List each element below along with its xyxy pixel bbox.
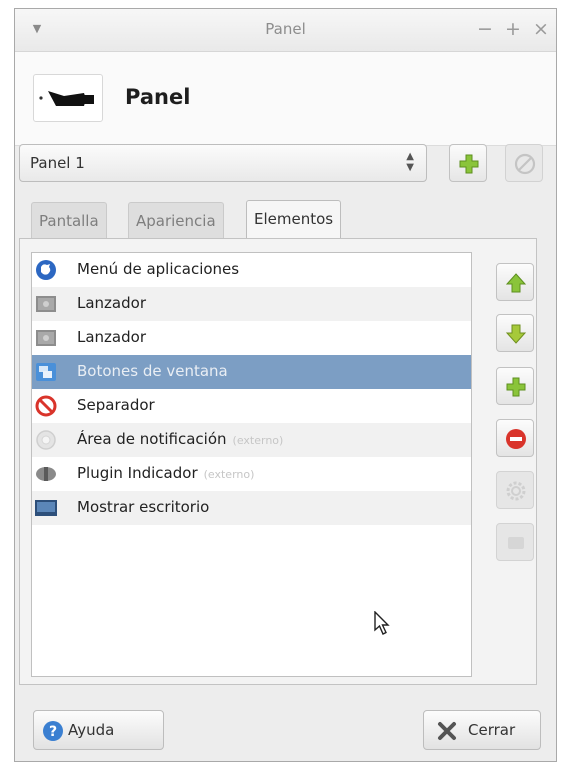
item-label: Lanzador <box>77 294 146 312</box>
dialog-title: Panel <box>125 85 191 109</box>
arrow-down-icon <box>505 324 527 344</box>
remove-item-button[interactable] <box>496 419 534 457</box>
remove-panel-button[interactable] <box>505 144 543 182</box>
list-item[interactable]: Área de notificación (externo) <box>32 423 471 457</box>
window-buttons-icon <box>36 363 56 381</box>
list-item[interactable]: Menú de aplicaciones <box>32 253 471 287</box>
list-item[interactable]: Separador <box>32 389 471 423</box>
close-label: Cerrar <box>468 721 516 739</box>
item-label: Plugin Indicador <box>77 464 198 482</box>
list-item[interactable]: Lanzador <box>32 287 471 321</box>
list-item[interactable]: Mostrar escritorio <box>32 491 471 525</box>
show-desktop-icon <box>35 500 57 516</box>
arrow-up-icon <box>505 273 527 293</box>
list-item-selected[interactable]: Botones de ventana <box>32 355 471 389</box>
minimize-button[interactable]: − <box>475 18 495 40</box>
move-down-button[interactable] <box>496 314 534 352</box>
maximize-button[interactable]: + <box>503 18 523 40</box>
add-item-button[interactable] <box>496 367 534 405</box>
panel-select-value: Panel 1 <box>30 154 85 172</box>
mouse-pointer-icon <box>374 611 390 635</box>
remove-icon <box>514 153 536 175</box>
separator-icon <box>35 395 57 417</box>
close-button[interactable]: Cerrar <box>423 710 541 750</box>
move-up-button[interactable] <box>496 263 534 301</box>
item-about-button[interactable] <box>496 523 534 561</box>
launcher-icon <box>36 330 56 346</box>
remove-icon <box>506 429 526 449</box>
help-button[interactable]: ? Ayuda <box>33 710 164 750</box>
help-icon: ? <box>43 721 63 741</box>
app-menu-icon <box>36 260 56 280</box>
gear-icon <box>506 481 526 501</box>
add-panel-button[interactable] <box>449 144 487 182</box>
tab-elementos[interactable]: Elementos <box>246 200 342 239</box>
help-label: Ayuda <box>68 721 115 739</box>
item-label: Lanzador <box>77 328 146 346</box>
close-x-icon <box>438 722 456 740</box>
spin-arrows-icon: ▲ ▼ <box>406 151 414 173</box>
item-label: Botones de ventana <box>77 362 228 380</box>
launcher-icon <box>36 296 56 312</box>
panel-select[interactable]: Panel 1 ▲ ▼ <box>19 144 427 182</box>
info-icon <box>508 537 524 549</box>
add-icon <box>506 377 526 397</box>
items-list[interactable]: Menú de aplicaciones Lanzador Lanzador B… <box>31 252 472 677</box>
item-label: Área de notificación <box>77 430 227 448</box>
indicator-plugin-icon <box>36 467 56 481</box>
panel-icon <box>33 74 103 122</box>
tab-apariencia[interactable]: Apariencia <box>128 202 224 239</box>
item-label: Mostrar escritorio <box>77 498 210 516</box>
panel-preferences-window: ▼ Panel − + × Panel Panel 1 ▲▼ Pantalla <box>14 8 557 762</box>
item-external-tag: (externo) <box>203 468 255 481</box>
item-external-tag: (externo) <box>232 434 284 447</box>
tab-pantalla[interactable]: Pantalla <box>31 202 107 239</box>
dialog-header: Panel <box>15 52 556 146</box>
close-window-button[interactable]: × <box>531 18 551 40</box>
list-item[interactable]: Lanzador <box>32 321 471 355</box>
item-label: Separador <box>77 396 155 414</box>
item-settings-button[interactable] <box>496 471 534 509</box>
add-icon <box>459 154 479 174</box>
item-label: Menú de aplicaciones <box>77 260 240 278</box>
title-bar[interactable]: ▼ Panel − + × <box>15 9 556 52</box>
list-item[interactable]: Plugin Indicador (externo) <box>32 457 471 491</box>
notification-area-icon <box>36 430 56 450</box>
svg-text:?: ? <box>49 724 57 740</box>
